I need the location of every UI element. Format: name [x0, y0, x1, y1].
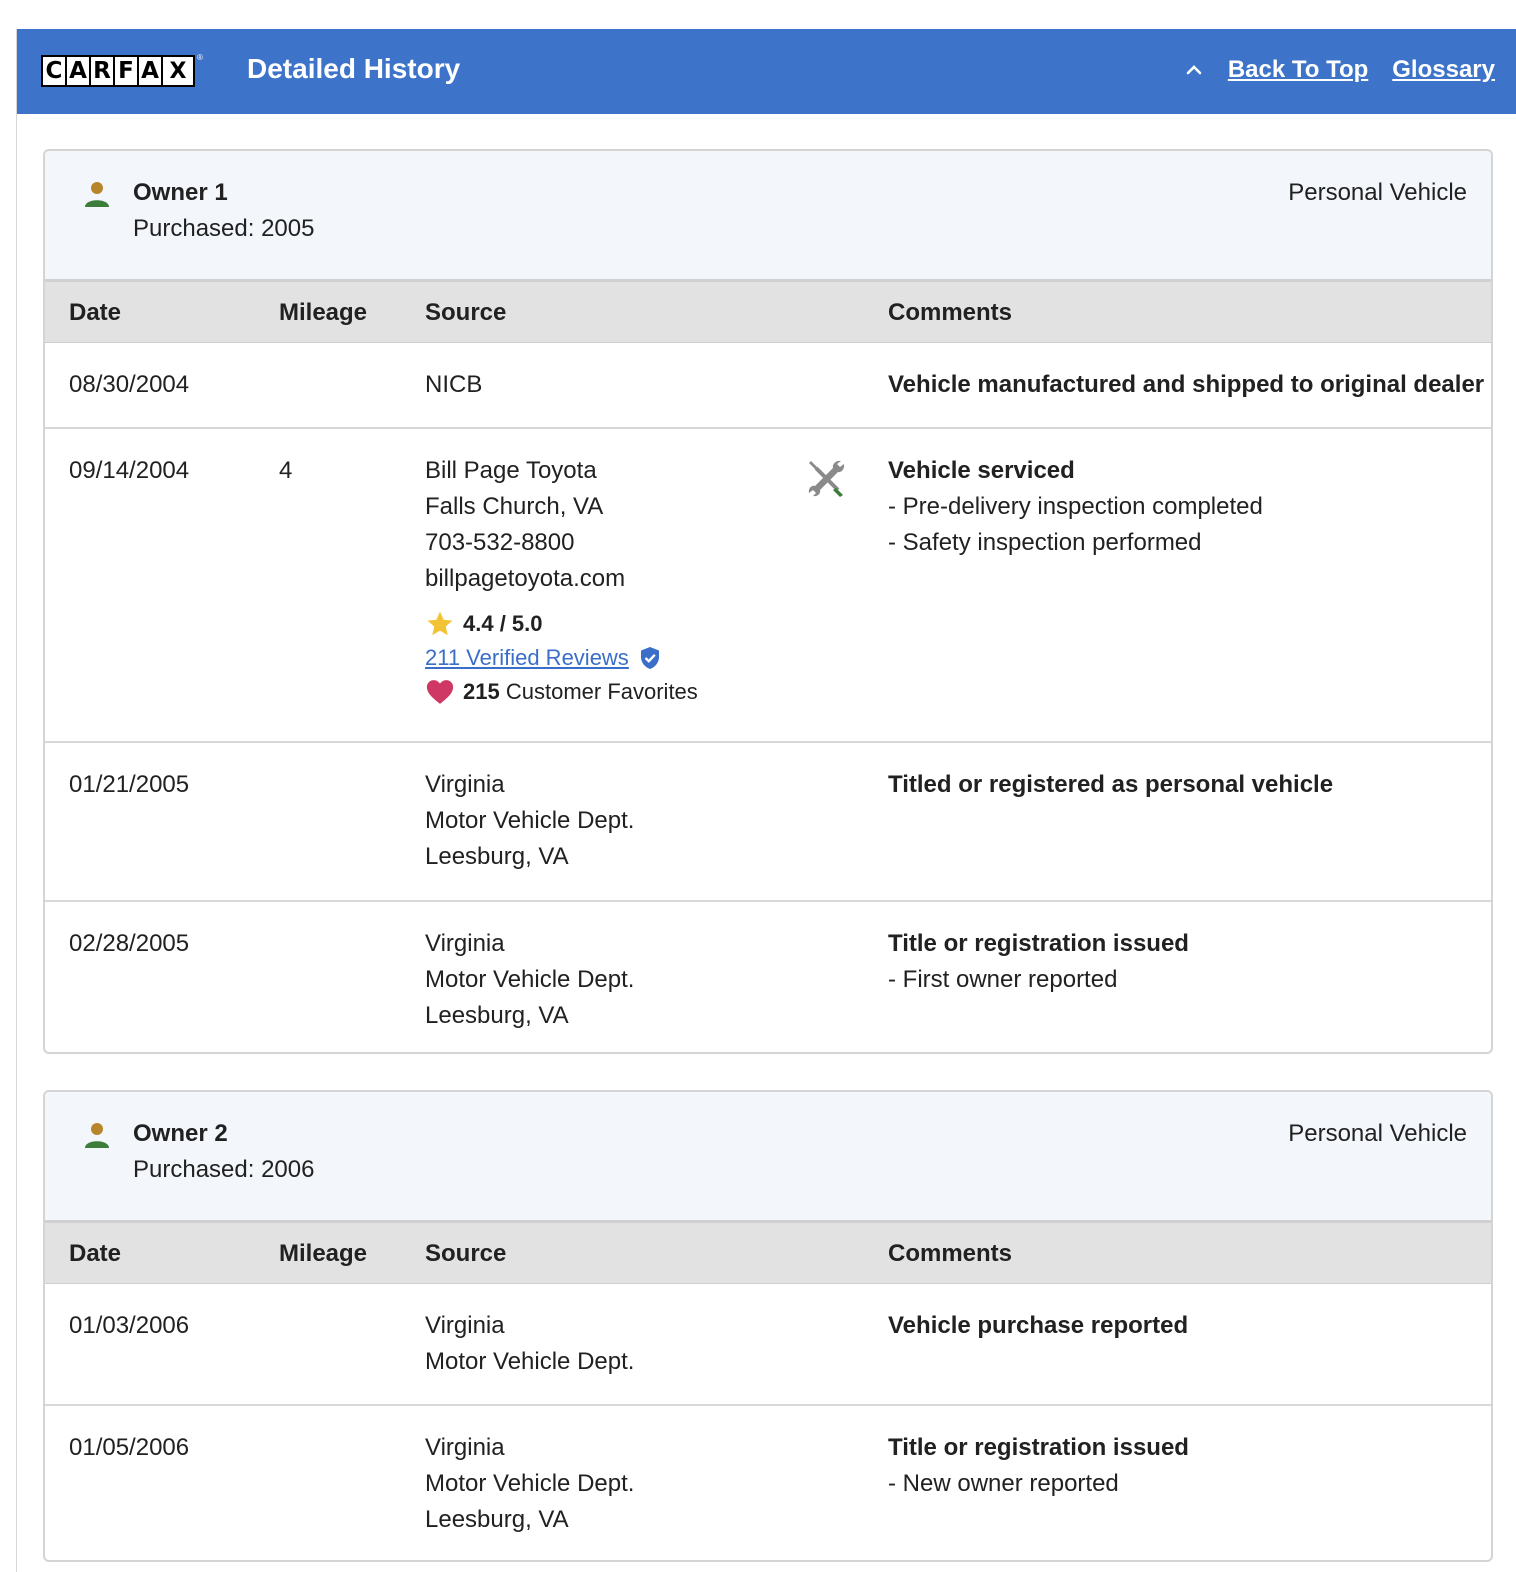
table-row: 08/30/2004 NICB Vehicle manufactured and…	[45, 343, 1491, 429]
logo-letter: C	[43, 57, 67, 85]
record-comment-title: Vehicle serviced	[888, 457, 1075, 484]
record-comment-detail: First owner reported	[888, 962, 1189, 998]
reviews-line: 211 Verified Reviews	[425, 641, 698, 675]
table-row: 09/14/2004 4 Bill Page Toyota Falls Chur…	[45, 429, 1491, 743]
owner-header: Owner 1 Purchased: 2005 Personal Vehicle	[45, 151, 1491, 282]
verified-reviews-link[interactable]: 211 Verified Reviews	[425, 641, 629, 675]
record-comment-detail: Safety inspection performed	[888, 525, 1263, 561]
rating-value: 4.4 / 5.0	[463, 611, 543, 636]
record-source: NICB	[425, 371, 483, 398]
favorites-count: 215	[463, 679, 500, 704]
record-source: Virginia Motor Vehicle Dept. Leesburg, V…	[425, 767, 634, 875]
source-website: billpagetoyota.com	[425, 565, 626, 592]
record-comment-title: Vehicle manufactured and shipped to orig…	[888, 371, 1485, 398]
table-header: Date Mileage Source Comments	[45, 282, 1491, 343]
record-comment-detail: New owner reported	[888, 1466, 1189, 1502]
column-header-comments: Comments	[888, 299, 1013, 326]
dealer-rating: 4.4 / 5.0	[425, 607, 698, 641]
table-row: 02/28/2005 Virginia Motor Vehicle Dept. …	[45, 902, 1491, 1052]
logo-letter: A	[67, 57, 91, 85]
logo-letter: F	[115, 57, 139, 85]
detailed-history-panel: C A R F A X ® Detailed History Back To T…	[16, 29, 1516, 1572]
table-row: 01/21/2005 Virginia Motor Vehicle Dept. …	[45, 743, 1491, 902]
source-line: Virginia	[425, 771, 505, 798]
record-comments: Title or registration issued New owner r…	[888, 1430, 1189, 1502]
record-date: 02/28/2005	[69, 930, 190, 957]
record-source: Virginia Motor Vehicle Dept.	[425, 1308, 634, 1380]
source-line: Virginia	[425, 1312, 505, 1339]
source-phone: 703-532-8800	[425, 529, 575, 556]
record-comment-title: Title or registration issued	[888, 930, 1189, 957]
source-line: Virginia	[425, 930, 505, 957]
person-icon	[85, 182, 109, 207]
source-line: Motor Vehicle Dept.	[425, 1470, 635, 1497]
record-source: Bill Page Toyota Falls Church, VA 703-53…	[425, 453, 698, 709]
record-date: 08/30/2004	[69, 371, 190, 398]
registered-mark: ®	[197, 53, 203, 62]
source-line: Virginia	[425, 1434, 505, 1461]
source-line: Leesburg, VA	[425, 1002, 569, 1029]
heart-icon	[426, 680, 454, 704]
logo-letter: R	[91, 57, 115, 85]
glossary-link[interactable]: Glossary	[1392, 56, 1495, 84]
table-header: Date Mileage Source Comments	[45, 1223, 1491, 1284]
logo-letter: A	[139, 57, 163, 85]
owner-vehicle-type: Personal Vehicle	[1288, 179, 1467, 206]
column-header-source: Source	[425, 299, 507, 326]
section-header: C A R F A X ® Detailed History Back To T…	[17, 29, 1516, 114]
record-mileage: 4	[279, 457, 293, 484]
column-header-comments: Comments	[888, 1240, 1013, 1267]
source-line: Motor Vehicle Dept.	[425, 807, 635, 834]
record-source: Virginia Motor Vehicle Dept. Leesburg, V…	[425, 1430, 634, 1538]
section-title: Detailed History	[247, 53, 461, 84]
owner-name: Owner 1	[133, 179, 228, 206]
record-date: 01/03/2006	[69, 1312, 190, 1339]
column-header-date: Date	[69, 299, 122, 326]
record-comment-title: Titled or registered as personal vehicle	[888, 771, 1334, 798]
table-row: 01/05/2006 Virginia Motor Vehicle Dept. …	[45, 1406, 1491, 1560]
back-to-top-link[interactable]: Back To Top	[1228, 56, 1368, 84]
record-comments: Vehicle serviced Pre-delivery inspection…	[888, 453, 1263, 561]
favorites-label: Customer Favorites	[505, 679, 698, 704]
record-comment-title: Vehicle purchase reported	[888, 1312, 1189, 1339]
service-tools-icon	[808, 460, 845, 497]
verified-shield-icon	[640, 647, 659, 669]
owner-name: Owner 2	[133, 1120, 228, 1147]
carfax-logo: C A R F A X ®	[41, 53, 203, 89]
source-line: Motor Vehicle Dept.	[425, 1348, 635, 1375]
star-icon	[427, 611, 453, 636]
owner-header: Owner 2 Purchased: 2006 Personal Vehicle	[45, 1092, 1491, 1223]
owner-purchased: Purchased: 2006	[133, 1156, 315, 1183]
record-comment-title: Title or registration issued	[888, 1434, 1189, 1461]
column-header-mileage: Mileage	[279, 1240, 368, 1267]
record-date: 01/21/2005	[69, 771, 190, 798]
record-source: Virginia Motor Vehicle Dept. Leesburg, V…	[425, 926, 634, 1034]
chevron-up-icon[interactable]	[1184, 60, 1204, 80]
source-location: Falls Church, VA	[425, 493, 604, 520]
record-date: 09/14/2004	[69, 457, 190, 484]
owner-vehicle-type: Personal Vehicle	[1288, 1120, 1467, 1147]
record-comments: Title or registration issued First owner…	[888, 926, 1189, 998]
owner-purchased: Purchased: 2005	[133, 215, 315, 242]
owner-card: Owner 2 Purchased: 2006 Personal Vehicle…	[43, 1090, 1493, 1562]
column-header-date: Date	[69, 1240, 122, 1267]
source-line: Motor Vehicle Dept.	[425, 966, 635, 993]
header-nav: Back To Top Glossary	[1184, 56, 1495, 84]
person-icon	[85, 1123, 109, 1148]
record-comment-detail: Pre-delivery inspection completed	[888, 489, 1263, 525]
column-header-mileage: Mileage	[279, 299, 368, 326]
table-row: 01/03/2006 Virginia Motor Vehicle Dept. …	[45, 1284, 1491, 1406]
logo-letter: X	[169, 58, 187, 84]
column-header-source: Source	[425, 1240, 507, 1267]
owner-card: Owner 1 Purchased: 2005 Personal Vehicle…	[43, 149, 1493, 1054]
source-line: Leesburg, VA	[425, 843, 569, 870]
source-line: Leesburg, VA	[425, 1506, 569, 1533]
record-date: 01/05/2006	[69, 1434, 190, 1461]
customer-favorites: 215 Customer Favorites	[425, 675, 698, 709]
source-name: Bill Page Toyota	[425, 457, 597, 484]
